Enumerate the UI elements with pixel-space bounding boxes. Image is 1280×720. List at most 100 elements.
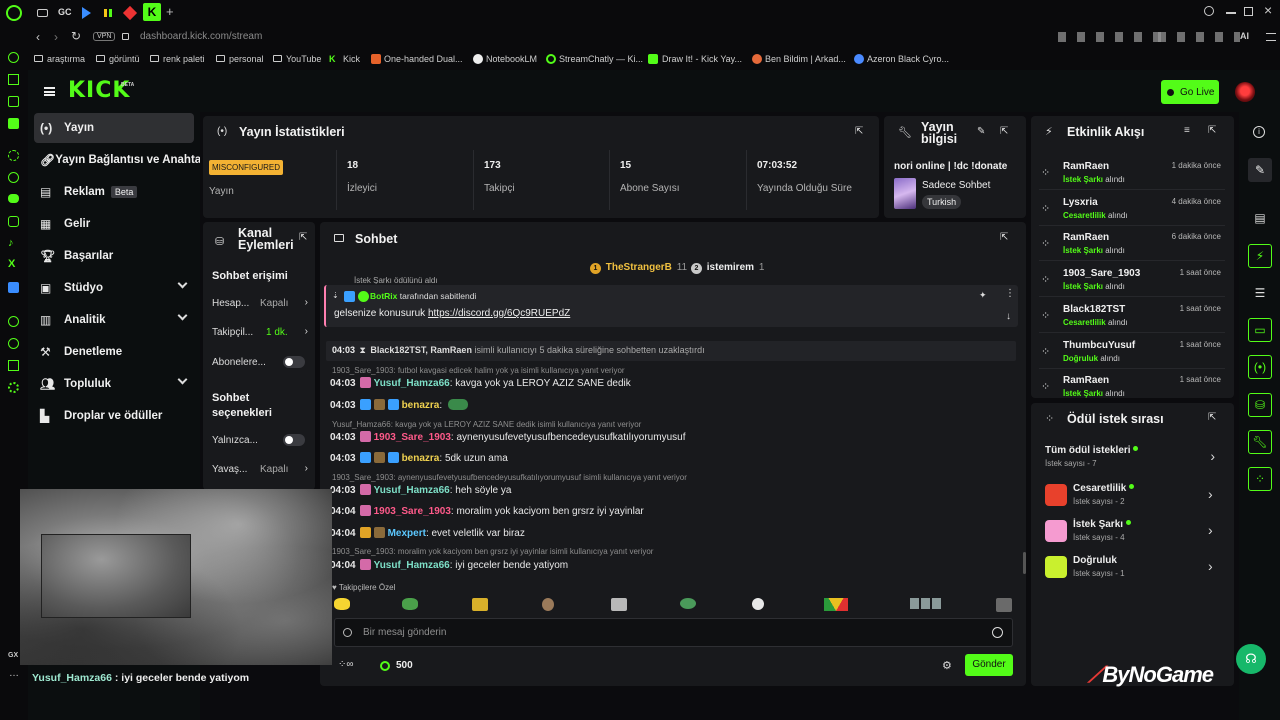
emote-icon[interactable]: [611, 598, 627, 611]
url-field[interactable]: dashboard.kick.com/stream: [140, 31, 262, 42]
extensions-icon-row[interactable]: [1058, 32, 1168, 42]
chat-message[interactable]: 04:03 benazra:: [330, 399, 468, 411]
chat-message[interactable]: 04:03 1903_Sare_1903: aynenyusufevetyusuf…: [330, 431, 685, 443]
broadcast-icon[interactable]: (•): [1248, 355, 1272, 379]
chat-icon[interactable]: ▭: [1248, 318, 1272, 342]
nav-item-yayin[interactable]: (•) Yayın: [34, 113, 194, 143]
popout-icon[interactable]: ⇱: [299, 232, 307, 243]
hamburger-menu-icon[interactable]: [44, 87, 55, 96]
reward-icon[interactable]: ⁘: [1248, 467, 1272, 491]
sidebar-instagram-icon[interactable]: [8, 216, 19, 227]
emote-only-toggle[interactable]: [283, 434, 305, 446]
activity-item[interactable]: ⁘ ThumbcuYusuf Doğruluk alındı 1 saat önce: [1039, 337, 1225, 369]
emote-icon[interactable]: [752, 598, 764, 610]
bookmark-personal[interactable]: personal: [229, 54, 264, 64]
chat-input-box[interactable]: Bir mesaj gönderin: [334, 618, 1013, 647]
account-age-row[interactable]: Hesap... Kapalı ›: [212, 297, 308, 309]
sidebar-tiktok-icon[interactable]: ♪: [8, 237, 14, 249]
emote-icon[interactable]: [680, 598, 696, 609]
activity-item[interactable]: ⁘ Black182TST Cesaretlilik alındı 1 saat ön…: [1039, 301, 1225, 333]
wrench-icon[interactable]: 🔧︎: [1248, 430, 1272, 454]
emote-icon[interactable]: [472, 598, 488, 611]
chat-message[interactable]: 04:03 Yusuf_Hamza66: heh söyle ya: [330, 484, 511, 496]
popout-icon[interactable]: ⇱: [1000, 232, 1008, 243]
bookmark-notebooklm[interactable]: NotebookLM: [486, 54, 537, 64]
send-button[interactable]: Gönder: [965, 654, 1013, 676]
nav-item-gelir[interactable]: ▦ Gelir: [34, 209, 194, 239]
pin-icon[interactable]: ✦: [979, 290, 987, 301]
info-icon[interactable]: i: [1253, 126, 1265, 138]
sidebar-discord-icon[interactable]: [8, 194, 19, 203]
collapse-icon[interactable]: ↓: [1006, 311, 1011, 322]
pinned-message[interactable]: ⇣ BotRix tarafından sabitlendi ✦ ⋮ gelse…: [324, 285, 1018, 327]
nav-item-analitik[interactable]: ▥ Analitik: [34, 305, 194, 335]
sidebar-box-icon[interactable]: [8, 360, 19, 371]
category-name[interactable]: Sadece Sohbet: [922, 180, 990, 191]
bars-tab-icon[interactable]: [104, 9, 112, 17]
language-tag[interactable]: Turkish: [922, 195, 962, 209]
emote-icon[interactable]: [824, 598, 848, 611]
reload-icon[interactable]: ↻: [71, 29, 81, 43]
ai-button[interactable]: AI: [1240, 31, 1249, 41]
search-icon[interactable]: [1204, 6, 1214, 16]
activity-item[interactable]: ⁘ 1903_Sare_1903 İstek Şarkı alındı 1 saat …: [1039, 265, 1225, 298]
bookmark-goruntu[interactable]: görüntü: [109, 54, 140, 64]
chat-message[interactable]: 04:04 Mexpert: evet veletlik var biraz: [330, 527, 525, 539]
sidebar-speed-icon[interactable]: [8, 52, 19, 63]
sidebar-history-icon[interactable]: [8, 338, 19, 349]
follower-only-row[interactable]: Takipçil... 1 dk. ›: [212, 326, 308, 338]
nav-item-droplar[interactable]: ▙ Droplar ve ödüller: [34, 401, 194, 431]
sidebar-home-icon[interactable]: [8, 74, 19, 85]
discord-link[interactable]: https://discord.gg/6Qc9RUEPdZ: [428, 308, 570, 319]
avatar[interactable]: [1235, 82, 1255, 102]
new-tab-icon[interactable]: +: [166, 4, 174, 19]
activity-item[interactable]: ⁘ RamRaen İstek Şarkı alındı 6 dakika önce: [1039, 229, 1225, 262]
opera-logo-icon[interactable]: [6, 5, 22, 21]
support-button[interactable]: ☊: [1236, 644, 1266, 674]
bookmark-draw-it[interactable]: Draw It! - Kick Yay...: [662, 54, 742, 64]
chat-users-icon[interactable]: ⁘∞: [338, 659, 354, 670]
all-rewards-row[interactable]: Tüm ödül istekleri İstek sayısı - 7 ›: [1045, 445, 1221, 475]
nav-item-basarilar[interactable]: 🏆︎ Başarılar: [34, 241, 194, 271]
tab-gc[interactable]: GC: [58, 7, 72, 17]
lightning-icon[interactable]: ⚡︎: [1248, 244, 1272, 268]
stats-icon[interactable]: ▤: [1248, 206, 1272, 230]
emote-icon[interactable]: [996, 598, 1012, 612]
reward-item[interactable]: İstek Şarkı İstek sayısı - 4 ›: [1031, 517, 1234, 547]
chat-message[interactable]: 04:03 Yusuf_Hamza66: kavga yok ya LEROY A…: [330, 377, 631, 389]
chat-message[interactable]: 04:03 benazra: 5dk uzun ama: [330, 452, 508, 464]
popout-icon[interactable]: ⇱: [1208, 125, 1216, 136]
chat-input[interactable]: Bir mesaj gönderin: [363, 627, 446, 638]
chat-settings-icon[interactable]: ⚙: [942, 659, 952, 672]
bookmark-streamchatly[interactable]: StreamChatly — Ki...: [559, 54, 643, 64]
channel-points[interactable]: 500: [396, 660, 413, 671]
close-icon[interactable]: ×: [1264, 2, 1272, 18]
top-gifter-1[interactable]: 1 TheStrangerB 11: [590, 262, 687, 274]
vpn-badge[interactable]: VPN: [93, 32, 116, 41]
more-options-icon[interactable]: ⋮: [1005, 288, 1015, 299]
bookmark-youtube[interactable]: YouTube: [286, 54, 321, 64]
sidebar-player-icon[interactable]: [8, 316, 19, 327]
emote-icon[interactable]: [542, 598, 554, 611]
list-icon[interactable]: ☰: [1248, 281, 1272, 305]
chat-scrollbar[interactable]: [1023, 552, 1026, 574]
popout-icon[interactable]: ⇱: [855, 126, 863, 137]
nav-item-topluluk[interactable]: 👥︎ Topluluk: [34, 369, 194, 399]
sidebar-x-icon[interactable]: X: [8, 258, 15, 270]
bookmark-azeron[interactable]: Azeron Black Cyro...: [867, 54, 949, 64]
sidebar-chatgpt-icon[interactable]: [8, 150, 19, 161]
sidebar-whatsapp-icon[interactable]: [8, 172, 19, 183]
kick-tab-icon[interactable]: K: [143, 3, 161, 21]
sidebar-settings-icon[interactable]: [8, 382, 19, 393]
subscriber-only-toggle[interactable]: [283, 356, 305, 368]
forward-icon[interactable]: ›: [54, 30, 58, 44]
nav-item-reklam[interactable]: ▤ Reklam Beta: [34, 177, 194, 207]
activity-item[interactable]: ⁘ RamRaen İstek Şarkı alındı 1 dakika önce: [1039, 158, 1225, 190]
edit-icon[interactable]: ✎: [977, 126, 985, 137]
emoji-icon[interactable]: [992, 627, 1003, 638]
chat-message[interactable]: 04:04 1903_Sare_1903: moralim yok kaciyom…: [330, 505, 644, 517]
nav-item-denetleme[interactable]: ⚒︎ Denetleme: [34, 337, 194, 367]
popout-icon[interactable]: ⇱: [1208, 412, 1216, 423]
toolbar-icon-row[interactable]: [1158, 32, 1240, 42]
reward-item[interactable]: Doğruluk İstek sayısı - 1 ›: [1031, 553, 1234, 583]
